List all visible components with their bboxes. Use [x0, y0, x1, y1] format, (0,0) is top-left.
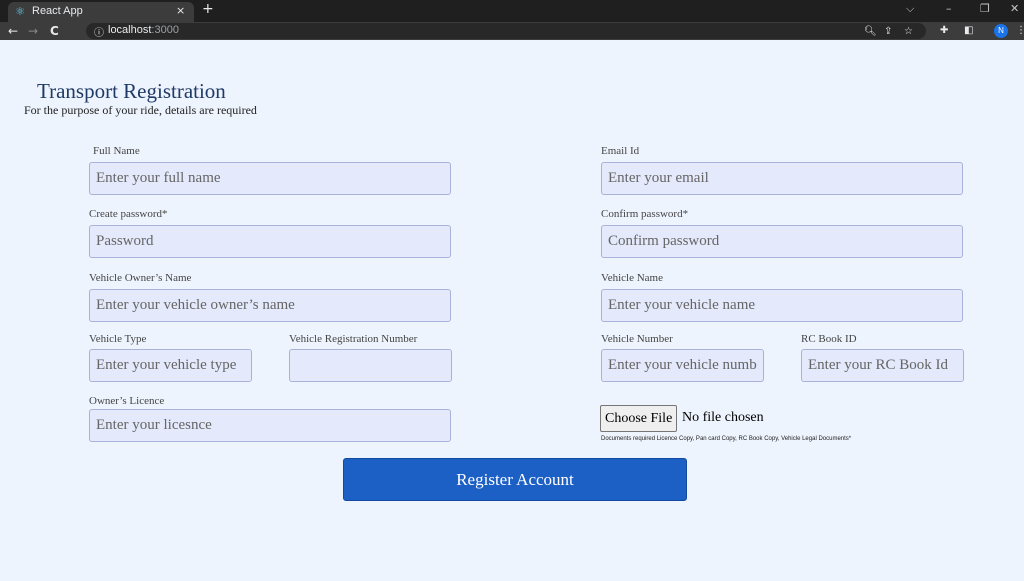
minimize-icon[interactable]: –	[946, 2, 952, 15]
full-name-label: Full Name	[93, 145, 140, 157]
browser-toolbar: ← → C ⓘ localhost:3000 🔍︎ ⇪ ☆ ✚ ◧ N ⋮	[0, 22, 1024, 40]
licence-input[interactable]	[89, 409, 451, 442]
full-name-input[interactable]	[89, 162, 451, 195]
owner-name-input[interactable]	[89, 289, 451, 322]
registration-number-label: Vehicle Registration Number	[289, 333, 418, 345]
register-account-button[interactable]: Register Account	[343, 458, 687, 501]
browser-tab[interactable]: ⚛ React App ×	[8, 2, 194, 22]
confirm-password-input[interactable]	[601, 225, 963, 258]
page-subtitle: For the purpose of your ride, details ar…	[24, 103, 257, 117]
tab-title: React App	[32, 5, 83, 17]
browser-tab-bar: ⚛ React App × + ⌵ – ❐ ✕	[0, 0, 1024, 22]
reload-icon[interactable]: C	[50, 23, 59, 39]
tab-search-icon[interactable]: ⌵	[906, 2, 914, 16]
new-tab-button[interactable]: +	[202, 1, 214, 17]
vehicle-number-label: Vehicle Number	[601, 333, 673, 345]
choose-file-button[interactable]: Choose File	[600, 405, 678, 432]
create-password-label: Create password*	[89, 208, 168, 220]
tab-close-icon[interactable]: ×	[176, 4, 185, 17]
extensions-icon[interactable]: ✚	[940, 24, 948, 38]
browser-menu-icon[interactable]: ⋮	[1016, 24, 1024, 38]
zoom-icon[interactable]: 🔍︎	[864, 25, 877, 39]
owner-name-label: Vehicle Owner’s Name	[89, 272, 192, 284]
vehicle-name-label: Vehicle Name	[601, 272, 663, 284]
rc-book-label: RC Book ID	[801, 333, 857, 345]
address-bar[interactable]: ⓘ localhost:3000 🔍︎ ⇪ ☆	[86, 23, 926, 39]
create-password-input[interactable]	[89, 225, 451, 258]
react-favicon-icon: ⚛	[15, 5, 25, 18]
close-window-icon[interactable]: ✕	[1010, 2, 1019, 15]
confirm-password-label: Confirm password*	[601, 208, 689, 220]
vehicle-name-input[interactable]	[601, 289, 963, 322]
profile-avatar[interactable]: N	[994, 24, 1008, 38]
registration-number-input[interactable]	[289, 349, 452, 382]
licence-label: Owner’s Licence	[89, 395, 165, 407]
vehicle-type-label: Vehicle Type	[89, 333, 147, 345]
vehicle-type-input[interactable]	[89, 349, 252, 382]
restore-icon[interactable]: ❐	[980, 2, 990, 15]
bookmark-star-icon[interactable]: ☆	[904, 25, 913, 39]
rc-book-input[interactable]	[801, 349, 964, 382]
site-info-icon[interactable]: ⓘ	[94, 24, 104, 39]
documents-note: Documents required Licence Copy, Pan car…	[601, 436, 852, 442]
email-input[interactable]	[601, 162, 963, 195]
share-icon[interactable]: ⇪	[884, 25, 892, 39]
side-panel-icon[interactable]: ◧	[964, 24, 973, 38]
back-icon[interactable]: ←	[8, 23, 18, 39]
vehicle-number-input[interactable]	[601, 349, 764, 382]
email-label: Email Id	[601, 145, 640, 157]
forward-icon[interactable]: →	[28, 23, 38, 39]
file-status-text: No file chosen	[682, 410, 764, 425]
url-text: localhost:3000	[108, 24, 179, 36]
page-title: Transport Registration	[37, 79, 226, 103]
